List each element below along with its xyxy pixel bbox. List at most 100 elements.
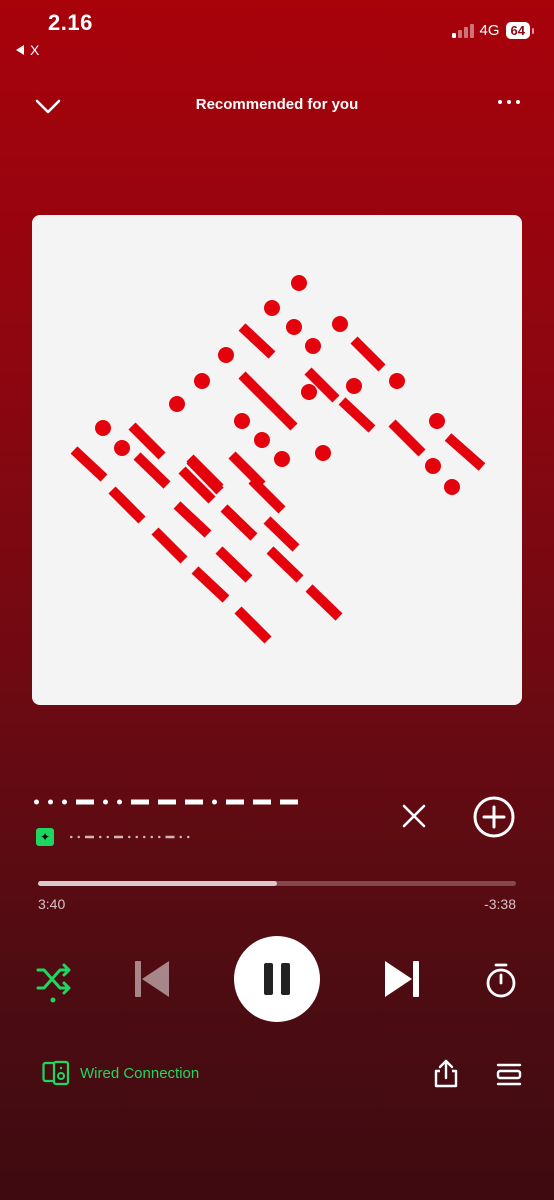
add-icon[interactable]	[472, 795, 516, 839]
art-dash	[388, 419, 426, 457]
network-label: 4G	[479, 22, 500, 39]
battery-icon: 64	[505, 22, 535, 39]
device-icon	[42, 1060, 70, 1086]
art-dot	[346, 378, 362, 394]
elapsed-time: 3:40	[38, 896, 66, 912]
obscured-glyph	[212, 799, 217, 805]
artwork-pattern	[70, 275, 486, 644]
art-dash	[338, 397, 376, 433]
queue-icon[interactable]	[494, 1058, 524, 1090]
art-dash	[234, 606, 272, 644]
remaining-time: -3:38	[484, 896, 516, 912]
obscured-glyph	[165, 835, 175, 839]
obscured-glyph	[117, 799, 122, 805]
art-dot	[274, 451, 290, 467]
art-dot	[114, 440, 130, 456]
device-label: Wired Connection	[80, 1064, 200, 1082]
art-dash	[262, 395, 298, 431]
art-dash	[108, 486, 146, 524]
obscured-glyph	[103, 799, 108, 805]
obscured-glyph	[128, 835, 131, 839]
art-dash	[444, 433, 486, 471]
art-dot	[305, 338, 321, 354]
sparkle-icon: ✦	[36, 828, 54, 846]
obscured-glyph	[253, 799, 271, 805]
art-dot	[95, 420, 111, 436]
page-title: Recommended for you	[195, 96, 359, 113]
art-dot	[425, 458, 441, 474]
track-title	[34, 799, 298, 805]
art-dash	[238, 323, 276, 359]
previous-icon[interactable]	[128, 955, 176, 1003]
back-to-app[interactable]: X	[16, 42, 39, 58]
close-icon[interactable]	[398, 800, 430, 832]
obscured-glyph	[226, 799, 244, 805]
art-dash	[70, 446, 108, 482]
device-button[interactable]: Wired Connection	[42, 1060, 199, 1086]
art-dash	[191, 566, 230, 603]
art-dot	[254, 432, 270, 448]
album-artwork	[32, 215, 522, 705]
art-dash	[151, 527, 188, 564]
obscured-glyph	[70, 835, 73, 839]
track-artist	[70, 835, 190, 839]
next-icon[interactable]	[378, 955, 426, 1003]
art-dash	[350, 336, 386, 372]
obscured-glyph	[99, 835, 102, 839]
sleep-timer-icon[interactable]	[478, 958, 524, 1004]
obscured-glyph	[131, 799, 149, 805]
pause-icon	[264, 963, 290, 995]
obscured-glyph	[280, 799, 298, 805]
signal-icon	[451, 23, 474, 38]
art-dash	[266, 546, 304, 583]
art-dash	[305, 584, 343, 621]
back-app-label: X	[30, 42, 40, 58]
obscured-glyph	[106, 835, 109, 839]
art-dot	[218, 347, 234, 363]
obscured-glyph	[158, 835, 161, 839]
art-dot	[315, 445, 331, 461]
obscured-glyph	[76, 799, 94, 805]
art-dot	[286, 319, 302, 335]
status-time: 2.16	[48, 10, 93, 35]
more-icon[interactable]	[498, 100, 520, 104]
obscured-glyph	[187, 835, 190, 839]
track-subtitle-row: ✦	[36, 828, 248, 846]
obscured-glyph	[85, 835, 94, 839]
obscured-glyph	[179, 835, 182, 839]
art-dot	[332, 316, 348, 332]
art-dot	[234, 413, 250, 429]
share-icon[interactable]	[430, 1058, 462, 1090]
art-dot	[264, 300, 280, 316]
obscured-glyph	[34, 799, 39, 805]
obscured-glyph	[77, 835, 80, 839]
art-dot	[429, 413, 445, 429]
obscured-glyph	[150, 835, 153, 839]
pause-button[interactable]	[234, 936, 320, 1022]
obscured-glyph	[135, 835, 138, 839]
obscured-glyph	[48, 799, 53, 805]
back-triangle-icon	[16, 45, 24, 55]
progress-fill	[38, 881, 277, 886]
art-dot	[169, 396, 185, 412]
art-dot	[444, 479, 460, 495]
shuffle-icon[interactable]	[30, 958, 76, 1004]
art-dash	[133, 452, 171, 489]
art-dash	[263, 516, 300, 552]
art-dot	[291, 275, 307, 291]
progress-bar[interactable]	[38, 881, 516, 886]
art-dash	[173, 501, 212, 538]
art-dash	[128, 422, 166, 460]
obscured-glyph	[185, 799, 203, 805]
status-indicators: 4G 64	[451, 22, 535, 39]
art-dot	[301, 384, 317, 400]
obscured-glyph	[158, 799, 176, 805]
obscured-glyph	[114, 835, 123, 839]
art-dot	[194, 373, 210, 389]
art-dash	[215, 546, 253, 583]
obscured-glyph	[62, 799, 67, 805]
art-dash	[220, 504, 258, 541]
art-dash	[248, 476, 286, 514]
obscured-glyph	[143, 835, 146, 839]
art-dot	[389, 373, 405, 389]
